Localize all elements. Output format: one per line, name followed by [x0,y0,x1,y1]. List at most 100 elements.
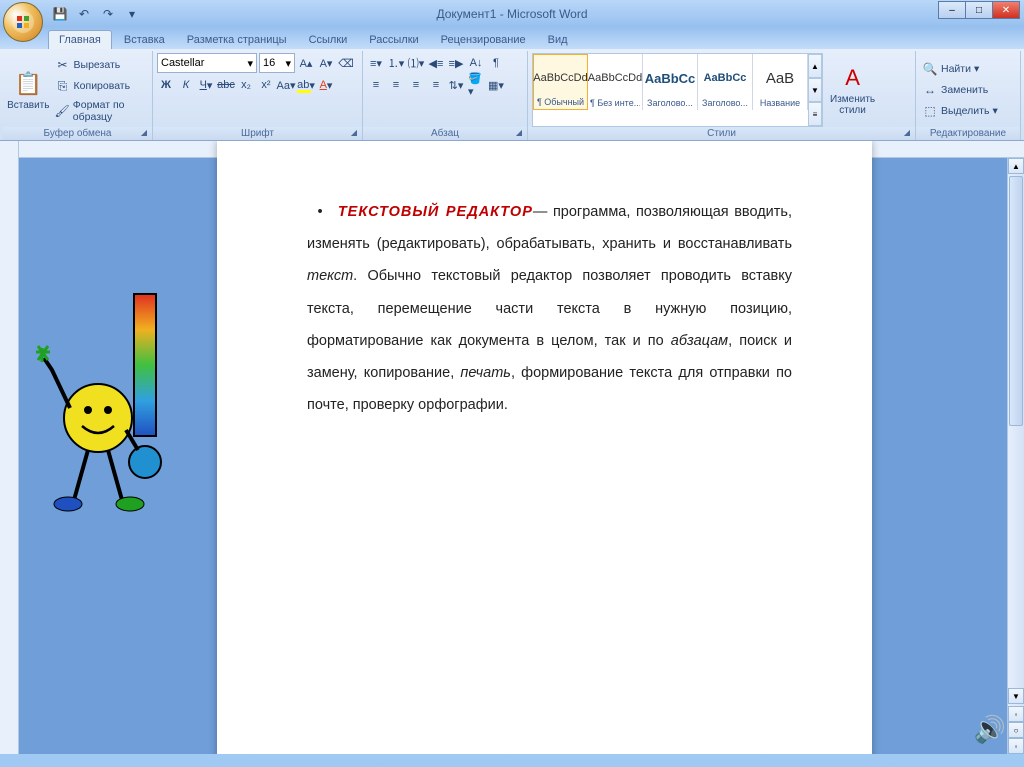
style-preview: AaB [766,58,794,98]
strike-button[interactable]: abc [217,75,235,95]
paragraph-dialog-launcher[interactable]: ◢ [513,126,525,138]
cut-label: Вырезать [74,59,121,71]
underline-button[interactable]: Ч▾ [197,75,215,95]
shading-button[interactable]: 🪣▾ [467,75,485,95]
tab-mailings[interactable]: Рассылки [359,31,428,49]
style-name-label: Заголово... [702,98,748,108]
maximize-button[interactable]: □ [965,1,993,19]
undo-icon[interactable]: ↶ [74,4,94,24]
font-dialog-launcher[interactable]: ◢ [348,126,360,138]
align-center-button[interactable]: ≡ [387,75,405,95]
style-heading1[interactable]: AaBbCcЗаголово... [643,54,698,110]
redo-icon[interactable]: ↷ [98,4,118,24]
format-painter-button[interactable]: 🖌Формат по образцу [53,98,148,124]
minimize-button[interactable]: – [938,1,966,19]
style-preview: AaBbCcDd [588,58,642,98]
window-controls: – □ ✕ [939,1,1020,19]
title-bar: 💾 ↶ ↷ ▾ Документ1 - Microsoft Word – □ ✕ [0,0,1024,27]
sort-button[interactable]: A↓ [467,53,485,73]
clipboard-dialog-launcher[interactable]: ◢ [138,126,150,138]
paste-button[interactable]: 📋 Вставить [7,53,50,127]
styles-dialog-launcher[interactable]: ◢ [901,126,913,138]
qat-more-icon[interactable]: ▾ [122,4,142,24]
ribbon: 📋 Вставить ✂Вырезать ⎘Копировать 🖌Формат… [0,49,1024,141]
gallery-up-button[interactable]: ▲ [808,54,822,78]
scroll-thumb[interactable] [1009,176,1023,426]
find-label: Найти [941,63,971,75]
tab-home[interactable]: Главная [48,30,112,49]
scroll-up-button[interactable]: ▲ [1008,158,1024,174]
font-name-combo[interactable]: Castellar ▾ [157,53,257,73]
change-styles-label: Изменить стили [830,94,875,116]
group-paragraph-label: Абзац [363,127,527,140]
grow-font-button[interactable]: A▴ [297,53,315,73]
replace-label: Заменить [941,84,988,96]
copy-icon: ⎘ [55,78,71,94]
change-styles-icon: A [839,64,867,92]
style-name-label: Название [760,98,800,108]
replace-icon: ↔ [922,82,938,98]
justify-button[interactable]: ≡ [427,75,445,95]
align-right-button[interactable]: ≡ [407,75,425,95]
gallery-down-button[interactable]: ▼ [808,78,822,102]
next-page-button[interactable]: ◦ [1008,738,1024,754]
italic-button[interactable]: К [177,75,195,95]
borders-button[interactable]: ▦▾ [487,75,505,95]
clear-format-button[interactable]: ⌫ [337,53,355,73]
copy-button[interactable]: ⎘Копировать [53,77,148,95]
paragraph-text[interactable]: • ТЕКСТОВЫЙ РЕДАКТОР— программа, позволя… [307,196,792,421]
tab-references[interactable]: Ссылки [299,31,358,49]
chevron-down-icon: ▾ [247,57,253,70]
cut-button[interactable]: ✂Вырезать [53,56,148,74]
group-editing: 🔍Найти ▾ ↔Заменить ⬚Выделить ▾ Редактиро… [916,51,1021,140]
sound-icon[interactable]: 🔊 [974,714,1006,745]
select-icon: ⬚ [922,103,938,119]
vertical-scrollbar[interactable]: ▲ ▼ ◦ ○ ◦ [1007,158,1024,754]
browse-object-button[interactable]: ○ [1008,722,1024,738]
align-left-button[interactable]: ≡ [367,75,385,95]
tab-insert[interactable]: Вставка [114,31,175,49]
font-color-button[interactable]: A▾ [317,75,335,95]
increase-indent-button[interactable]: ≡▶ [447,53,465,73]
find-button[interactable]: 🔍Найти ▾ [920,60,1016,78]
superscript-button[interactable]: x² [257,75,275,95]
decrease-indent-button[interactable]: ◀≡ [427,53,445,73]
scroll-down-button[interactable]: ▼ [1008,688,1024,704]
style-no-spacing[interactable]: AaBbCcDd¶ Без инте... [588,54,643,110]
highlight-button[interactable]: ab▾ [297,75,315,95]
paste-label: Вставить [7,100,49,111]
gallery-scroll: ▲ ▼ ≡ [808,54,822,126]
save-icon[interactable]: 💾 [50,4,70,24]
style-normal[interactable]: AaBbCcDd¶ Обычный [533,54,588,110]
select-button[interactable]: ⬚Выделить ▾ [920,102,1016,120]
bold-button[interactable]: Ж [157,75,175,95]
replace-button[interactable]: ↔Заменить [920,81,1016,99]
prev-page-button[interactable]: ◦ [1008,706,1024,722]
style-heading2[interactable]: AaBbCcЗаголово... [698,54,753,110]
multilevel-button[interactable]: ⑴▾ [407,53,425,73]
document-page[interactable]: • ТЕКСТОВЫЙ РЕДАКТОР— программа, позволя… [217,141,872,754]
bullet-icon: • [307,197,333,228]
shrink-font-button[interactable]: A▾ [317,53,335,73]
style-name-label: Заголово... [647,98,693,108]
font-name-value: Castellar [161,57,204,69]
subscript-button[interactable]: x₂ [237,75,255,95]
tab-review[interactable]: Рецензирование [431,31,536,49]
office-assistant[interactable] [22,290,192,540]
show-marks-button[interactable]: ¶ [487,53,505,73]
tab-view[interactable]: Вид [538,31,578,49]
close-button[interactable]: ✕ [992,1,1020,19]
line-spacing-button[interactable]: ⇅▾ [447,75,465,95]
group-editing-label: Редактирование [916,127,1020,140]
bullets-button[interactable]: ≡▾ [367,53,385,73]
window-title: Документ1 - Microsoft Word [436,7,587,21]
change-case-button[interactable]: Aa▾ [277,75,295,95]
gallery-more-button[interactable]: ≡ [808,102,822,126]
style-title[interactable]: AaBНазвание [753,54,808,110]
tab-page-layout[interactable]: Разметка страницы [177,31,297,49]
office-button[interactable] [3,2,43,42]
vertical-ruler[interactable] [0,141,19,754]
change-styles-button[interactable]: A Изменить стили [826,53,879,127]
numbering-button[interactable]: ⒈▾ [387,53,405,73]
font-size-combo[interactable]: 16▾ [259,53,295,73]
